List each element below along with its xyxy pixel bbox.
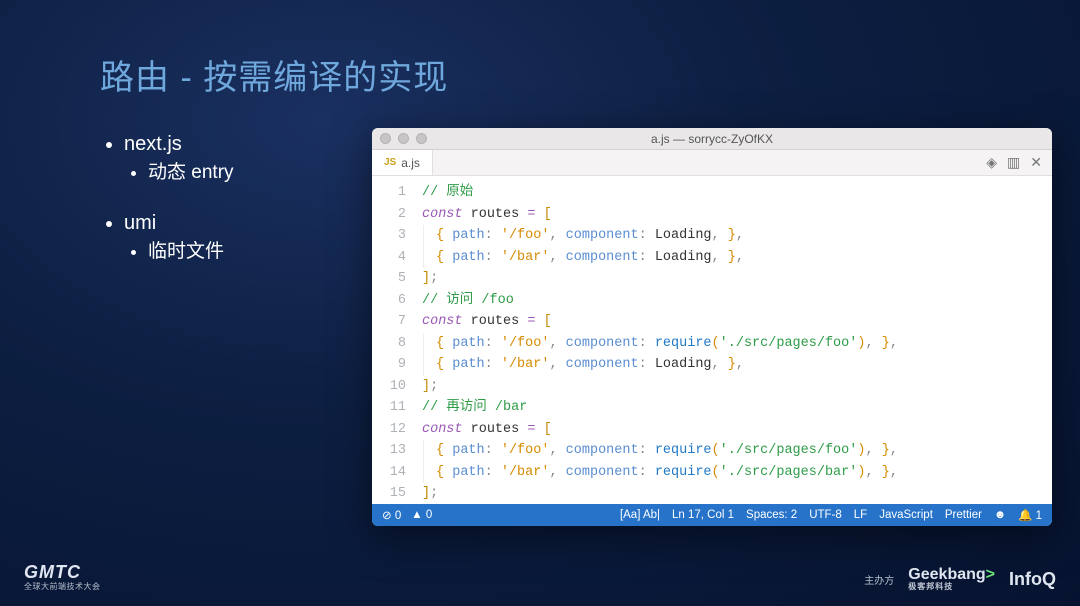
close-tab-icon[interactable]: ✕: [1030, 154, 1042, 171]
bullet-umi: umi 临时文件: [124, 209, 234, 266]
panel-icon[interactable]: ▥: [1007, 154, 1020, 171]
slide-title: 路由 - 按需编译的实现: [100, 50, 448, 99]
warning-count[interactable]: ▲ 0: [411, 509, 432, 521]
sponsor-label: 主办方: [864, 572, 894, 587]
diamond-icon[interactable]: ◈: [986, 154, 997, 171]
status-formatter[interactable]: Prettier: [945, 509, 982, 521]
window-titlebar[interactable]: a.js — sorrycc-ZyOfKX: [372, 128, 1052, 150]
error-count[interactable]: ⊘ 0: [382, 508, 401, 522]
status-search[interactable]: [Aa] Ab|: [620, 509, 660, 521]
bullet-nextjs-child: 动态 entry: [148, 160, 234, 187]
status-spaces[interactable]: Spaces: 2: [746, 509, 797, 521]
js-badge-icon: JS: [384, 157, 396, 168]
logo-infoq: InfoQ: [1009, 569, 1056, 590]
bullet-label: umi: [124, 212, 156, 234]
bullet-label: next.js: [124, 133, 182, 155]
logo-geekbang: Geekbang 极客邦科技: [908, 566, 995, 592]
code-editor[interactable]: 123456789101112131415 // 原始const routes …: [372, 176, 1052, 504]
bullet-nextjs: next.js 动态 entry: [124, 130, 234, 187]
status-cursor[interactable]: Ln 17, Col 1: [672, 509, 734, 521]
editor-window: a.js — sorrycc-ZyOfKX JS a.js ◈ ▥ ✕ 1234…: [372, 128, 1052, 526]
status-language[interactable]: JavaScript: [879, 509, 933, 521]
code-content[interactable]: // 原始const routes = [{ path: '/foo', com…: [416, 176, 1052, 504]
bullet-umi-child: 临时文件: [148, 239, 234, 266]
line-gutter: 123456789101112131415: [372, 176, 416, 504]
slide-footer: GMTC 全球大前端技术大会 主办方 Geekbang 极客邦科技 InfoQ: [0, 562, 1080, 592]
logo-gmtc: GMTC 全球大前端技术大会: [24, 562, 101, 592]
tab-filename: a.js: [401, 156, 420, 170]
bell-icon[interactable]: 🔔 1: [1018, 508, 1042, 522]
status-encoding[interactable]: UTF-8: [809, 509, 842, 521]
tab-bar[interactable]: JS a.js ◈ ▥ ✕: [372, 150, 1052, 176]
feedback-icon[interactable]: ☻: [994, 509, 1006, 521]
tab-file[interactable]: JS a.js: [372, 150, 433, 175]
status-bar[interactable]: ⊘ 0 ▲ 0 [Aa] Ab| Ln 17, Col 1 Spaces: 2 …: [372, 504, 1052, 526]
status-eol[interactable]: LF: [854, 509, 867, 521]
slide-bullets: next.js 动态 entry umi 临时文件: [100, 130, 234, 287]
window-title: a.js — sorrycc-ZyOfKX: [372, 132, 1052, 146]
